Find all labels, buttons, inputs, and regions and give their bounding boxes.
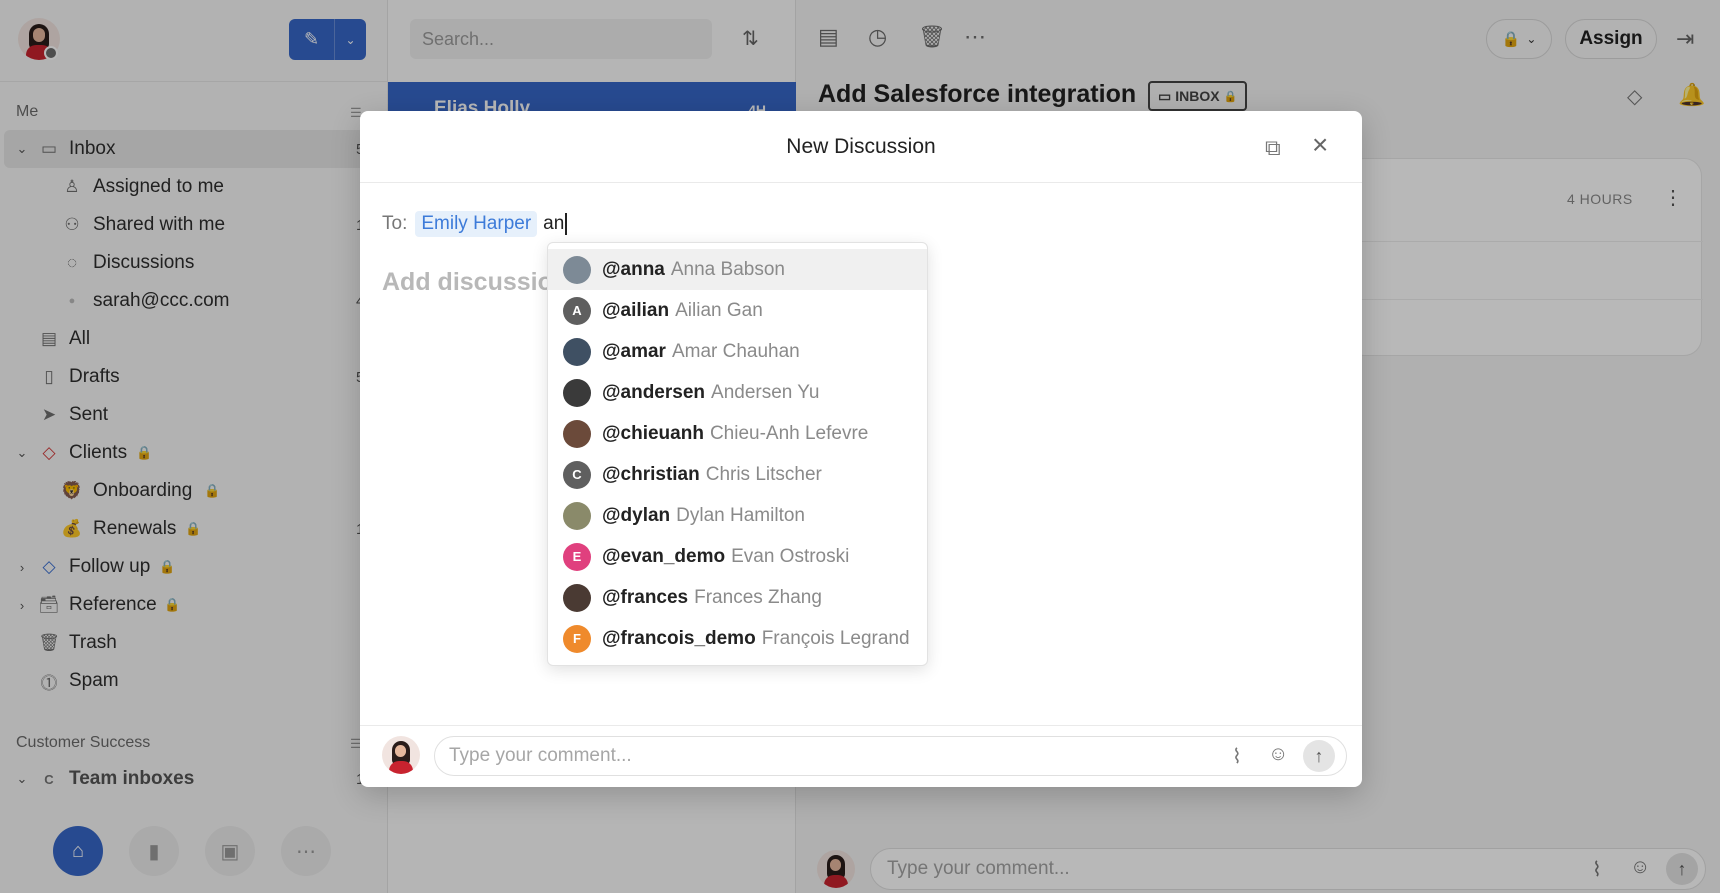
recipients-field[interactable]: To: Emily Harper an: [382, 210, 568, 238]
emoji-icon[interactable]: ☺: [1268, 743, 1288, 766]
mention-name: Frances Zhang: [694, 586, 822, 608]
modal-title: New Discussion: [786, 135, 936, 158]
mention-name: Chieu-Anh Lefevre: [709, 422, 869, 444]
comment-input[interactable]: Type your comment...: [434, 736, 1347, 776]
mention-handle: @frances: [602, 586, 689, 608]
modal-header: New Discussion ⧉ ×: [360, 111, 1362, 183]
new-discussion-modal: New Discussion ⧉ × To: Emily Harper an A…: [360, 111, 1362, 787]
send-button[interactable]: ↑: [1303, 740, 1335, 772]
list-item[interactable]: @anna Anna Babson: [548, 249, 927, 290]
avatar: [563, 378, 591, 407]
list-item[interactable]: F @francois_demo François Legrand: [548, 618, 927, 659]
attachment-icon[interactable]: ⌇: [1232, 744, 1242, 769]
avatar: [563, 583, 591, 612]
recipient-chip[interactable]: Emily Harper: [415, 211, 538, 237]
avatar: C: [563, 460, 591, 489]
mention-handle: @christian: [602, 463, 700, 485]
list-item[interactable]: @frances Frances Zhang: [548, 577, 927, 618]
avatar: [563, 255, 591, 284]
mention-handle: @amar: [602, 340, 666, 362]
app-window: ✎ ⌄ Me ☰ ⌄ ▭ Inbox 5 ♙ Assigned to me ⚇ …: [0, 0, 1720, 893]
list-item[interactable]: @andersen Andersen Yu: [548, 372, 927, 413]
list-item[interactable]: E @evan_demo Evan Ostroski: [548, 536, 927, 577]
mention-handle: @andersen: [602, 381, 706, 403]
list-item[interactable]: @chieuanh Chieu-Anh Lefevre: [548, 413, 927, 454]
avatar: [382, 736, 420, 774]
to-label: To:: [382, 213, 408, 234]
mention-name: Chris Litscher: [705, 463, 822, 485]
list-item[interactable]: A @ailian Ailian Gan: [548, 290, 927, 331]
mention-handle: @anna: [602, 258, 665, 280]
avatar: [563, 337, 591, 366]
list-item[interactable]: C @christian Chris Litscher: [548, 454, 927, 495]
mention-name: Anna Babson: [670, 258, 785, 280]
close-icon[interactable]: ×: [1312, 131, 1328, 159]
mention-handle: @ailian: [602, 299, 670, 321]
mention-handle: @chieuanh: [602, 422, 704, 444]
mention-handle: @francois_demo: [602, 627, 756, 649]
avatar: E: [563, 542, 591, 571]
mention-name: Amar Chauhan: [671, 340, 800, 362]
avatar: A: [563, 296, 591, 325]
mention-name: Dylan Hamilton: [676, 504, 805, 526]
list-item[interactable]: @dylan Dylan Hamilton: [548, 495, 927, 536]
mention-name: Andersen Yu: [711, 381, 820, 403]
mention-handle: @dylan: [602, 504, 671, 526]
recipient-input[interactable]: an: [543, 213, 568, 235]
mention-name: Ailian Gan: [675, 299, 763, 321]
arrow-up-icon: ↑: [1314, 745, 1324, 766]
list-item[interactable]: @amar Amar Chauhan: [548, 331, 927, 372]
mention-handle: @evan_demo: [602, 545, 726, 567]
avatar: [563, 501, 591, 530]
mention-name: Evan Ostroski: [731, 545, 850, 567]
popout-icon[interactable]: ⧉: [1265, 135, 1281, 161]
mention-name: François Legrand: [761, 627, 910, 649]
discussion-subject-input[interactable]: Add discussio: [382, 268, 553, 297]
mention-suggestions: @anna Anna Babson A @ailian Ailian Gan @am…: [547, 242, 928, 666]
avatar: [563, 419, 591, 448]
avatar: F: [563, 624, 591, 653]
